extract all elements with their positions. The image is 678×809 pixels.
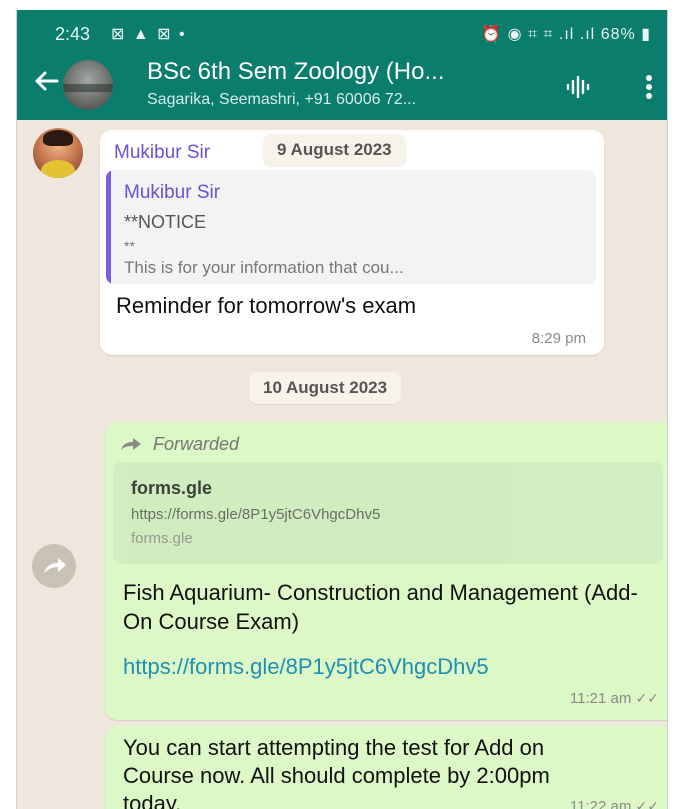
status-time: 2:43 [55, 24, 91, 44]
link-preview[interactable]: forms.gle https://forms.gle/8P1y5jtC6Vhg… [113, 462, 663, 564]
notification-icons: ⊠ ▲ ⊠ • [111, 26, 187, 43]
date-separator: 10 August 2023 [249, 372, 402, 404]
quote-sender: Mukibur Sir [124, 182, 221, 203]
forward-icon [44, 558, 66, 574]
message-time-text: 11:22 am [569, 798, 632, 809]
chat-participants[interactable]: Sagarika, Seemashri, +91 60006 72... [147, 91, 416, 109]
message-time: 8:29 pm [531, 330, 586, 347]
message-bubble-outgoing[interactable]: You can start attempting the test for Ad… [105, 726, 667, 809]
forwarded-icon [121, 438, 141, 450]
message-text: Fish Aquarium- Construction and Manageme… [123, 580, 638, 634]
message-bubble-outgoing[interactable]: Forwarded forms.gle https://forms.gle/8P… [105, 422, 667, 720]
double-check-icon: ✓✓ [635, 690, 659, 706]
quoted-message[interactable]: Mukibur Sir **NOTICE ** This is for your… [106, 170, 596, 284]
system-status-icons: ⏰ ◉ ⌗ ⌗ .ıl .ıl 68% ▮ [481, 24, 651, 44]
voice-call-icon[interactable] [565, 76, 593, 98]
link-preview-site: forms.gle [131, 530, 193, 547]
chat-title[interactable]: BSc 6th Sem Zoology (Ho... [147, 58, 444, 86]
signal-icons: ⏰ ◉ ⌗ ⌗ .ıl .ıl [481, 26, 596, 43]
forwarded-label: Forwarded [153, 434, 240, 454]
double-check-icon: ✓✓ [635, 798, 659, 809]
forward-button[interactable] [32, 544, 76, 588]
link-preview-title: forms.gle [131, 478, 213, 498]
quote-text: This is for your information that cou... [124, 258, 404, 277]
back-arrow-icon[interactable] [31, 66, 61, 96]
date-separator: 9 August 2023 [263, 134, 406, 166]
message-text: You can start attempting the test for Ad… [123, 735, 550, 809]
chat-messages[interactable]: Mukibur Sir Mukibur Sir **NOTICE ** This… [17, 120, 667, 809]
message-link[interactable]: https://forms.gle/8P1y5jtC6VhgcDhv5 [123, 654, 489, 680]
message-time: 11:21 am ✓✓ [570, 690, 659, 707]
message-time: 11:22 am ✓✓ [570, 798, 659, 809]
quote-text: **NOTICE [124, 212, 207, 232]
quote-text: ** [124, 238, 135, 254]
sender-avatar[interactable] [33, 128, 83, 178]
message-sender[interactable]: Mukibur Sir [114, 142, 210, 164]
message-text: Reminder for tomorrow's exam [116, 293, 417, 318]
status-bar: 2:43 ⊠ ▲ ⊠ • ⏰ ◉ ⌗ ⌗ .ıl .ıl 68% ▮ [45, 22, 651, 46]
link-preview-url: https://forms.gle/8P1y5jtC6VhgcDhv5 [131, 506, 381, 523]
more-vert-icon[interactable] [645, 74, 653, 100]
battery-level: 68% [600, 26, 636, 43]
message-time-text: 11:21 am [569, 690, 632, 707]
quote-bar [106, 170, 111, 284]
battery-icon: ▮ [641, 26, 651, 43]
chat-header: 2:43 ⊠ ▲ ⊠ • ⏰ ◉ ⌗ ⌗ .ıl .ıl 68% ▮ BSc 6… [17, 10, 667, 120]
group-avatar[interactable] [63, 60, 113, 110]
phone-screen: 2:43 ⊠ ▲ ⊠ • ⏰ ◉ ⌗ ⌗ .ıl .ıl 68% ▮ BSc 6… [16, 10, 668, 809]
